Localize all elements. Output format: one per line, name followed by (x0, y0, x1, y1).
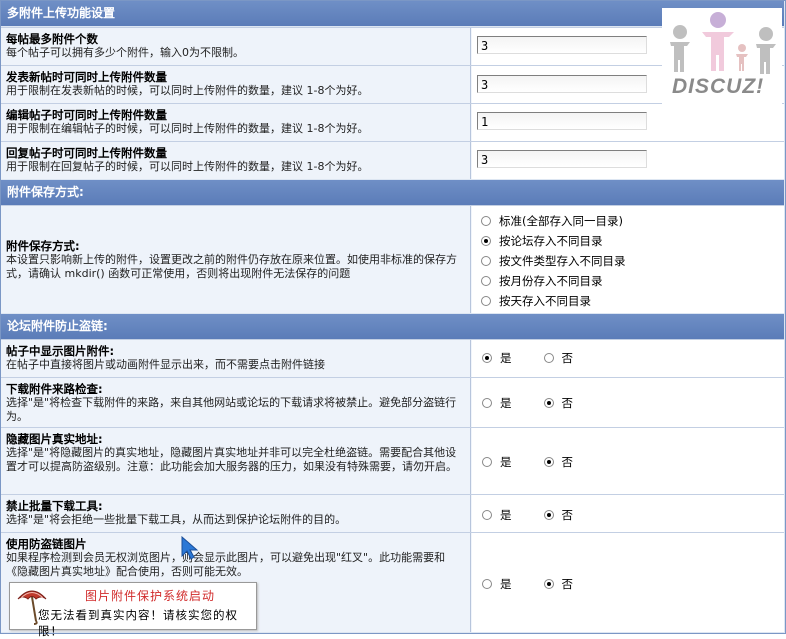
save-option-by-month[interactable]: 按月份存入不同目录 (481, 273, 603, 288)
setting-desc: 选择"是"将检查下载附件的来路，来自其他网站或论坛的下载请求将被禁止。避免部分盗… (6, 396, 457, 423)
no-radio[interactable] (543, 457, 554, 467)
save-option-by-type[interactable]: 按文件类型存入不同目录 (481, 253, 626, 268)
yes-radio[interactable] (482, 579, 492, 589)
radio-button-selected[interactable] (481, 235, 491, 246)
mouse-cursor-icon (181, 536, 199, 560)
yes-no-group: 是否 (482, 576, 573, 592)
new-thread-uploads-input[interactable]: 3 (477, 75, 647, 93)
no-label: 否 (561, 396, 574, 410)
yes-radio[interactable] (482, 353, 492, 363)
yes-radio[interactable] (482, 398, 492, 408)
reply-uploads-input[interactable]: 3 (477, 150, 647, 168)
setting-desc: 在帖子中直接将图片或动画附件显示出来，而不需要点击附件链接 (6, 358, 325, 371)
no-radio[interactable] (543, 398, 554, 408)
setting-title: 禁止批量下载工具: (6, 499, 103, 513)
save-option-standard[interactable]: 标准(全部存入同一目录) (481, 213, 623, 228)
setting-title: 隐藏图片真实地址: (6, 432, 103, 446)
section-header-antileech: 论坛附件防止盗链: (1, 314, 784, 339)
setting-label: 发表新帖时可同时上传附件数量 用于限制在发表新帖的时候，可以同时上传附件的数量，… (1, 66, 471, 103)
setting-row-hide-image-url: 隐藏图片真实地址: 选择"是"将隐藏图片的真实地址，隐藏图片真实地址并非可以完全… (1, 427, 784, 494)
yes-radio[interactable] (482, 457, 492, 467)
setting-label: 禁止批量下载工具: 选择"是"将会拒绝一些批量下载工具，从而达到保护论坛附件的目… (1, 495, 471, 532)
edit-uploads-input[interactable]: 1 (477, 112, 647, 130)
setting-title: 回复帖子时可同时上传附件数量 (6, 146, 167, 160)
no-label: 否 (561, 351, 574, 365)
save-option-by-forum[interactable]: 按论坛存入不同目录 (481, 233, 603, 248)
setting-label: 回复帖子时可同时上传附件数量 用于限制在回复帖子的时候，可以同时上传附件的数量，… (1, 142, 471, 179)
setting-label: 每帖最多附件个数 每个帖子可以拥有多少个附件，输入0为不限制。 (1, 28, 471, 65)
yes-no-group: 是否 (482, 395, 573, 411)
setting-row-block-download-tools: 禁止批量下载工具: 选择"是"将会拒绝一些批量下载工具，从而达到保护论坛附件的目… (1, 494, 784, 532)
yes-radio[interactable] (482, 510, 492, 520)
setting-title: 使用防盗链图片 (6, 537, 87, 551)
setting-title: 发表新帖时可同时上传附件数量 (6, 70, 167, 84)
no-radio[interactable] (543, 353, 554, 363)
no-radio[interactable] (543, 510, 554, 520)
setting-title: 帖子中显示图片附件: (6, 344, 115, 358)
no-radio[interactable] (543, 579, 554, 589)
max-attachments-input[interactable]: 3 (477, 36, 647, 54)
setting-title: 每帖最多附件个数 (6, 32, 98, 46)
setting-row-referer-check: 下载附件来路检查: 选择"是"将检查下载附件的来路，来自其他网站或论坛的下载请求… (1, 377, 784, 427)
image-protection-popup: 图片附件保护系统启动 您无法看到真实内容！请核实您的权限！ (9, 582, 257, 638)
setting-desc: 每个帖子可以拥有多少个附件，输入0为不限制。 (6, 46, 244, 59)
setting-desc: 用于限制在发表新帖的时候，可以同时上传附件的数量，建议 1-8个为好。 (6, 84, 369, 97)
discuz-logo-text: DISCUZ! (672, 75, 765, 98)
no-label: 否 (561, 508, 574, 522)
radio-button[interactable] (481, 215, 491, 226)
setting-title: 编辑帖子时可同时上传附件数量 (6, 108, 167, 122)
yes-label: 是 (500, 396, 512, 410)
setting-desc: 用于限制在回复帖子的时候，可以同时上传附件的数量，建议 1-8个为好。 (6, 160, 369, 173)
save-option-label: 按文件类型存入不同目录 (499, 253, 626, 268)
setting-row-edit-uploads: 编辑帖子时可同时上传附件数量 用于限制在编辑帖子的时候，可以同时上传附件的数量，… (1, 103, 784, 141)
save-option-label: 按论坛存入不同目录 (499, 233, 603, 248)
setting-label: 附件保存方式: 本设置只影响新上传的附件，设置更改之前的附件仍存放在原来位置。如… (1, 206, 471, 313)
setting-title: 附件保存方式: (6, 238, 80, 253)
save-option-by-day[interactable]: 按天存入不同目录 (481, 293, 591, 308)
yes-label: 是 (500, 455, 512, 469)
radio-button[interactable] (481, 295, 491, 306)
setting-row-reply-uploads: 回复帖子时可同时上传附件数量 用于限制在回复帖子的时候，可以同时上传附件的数量，… (1, 141, 784, 179)
popup-title: 图片附件保护系统启动 (85, 589, 216, 603)
setting-desc: 选择"是"将隐藏图片的真实地址，隐藏图片真实地址并非可以完全杜绝盗链。需要配合其… (6, 446, 457, 473)
yes-no-group: 是否 (482, 507, 573, 523)
save-option-label: 按天存入不同目录 (499, 293, 591, 308)
section-header-save-method: 附件保存方式: (1, 180, 784, 205)
setting-title: 下载附件来路检查: (6, 382, 103, 396)
setting-desc: 如果程序检测到会员无权浏览图片，则会显示此图片，可以避免出现"红叉"。此功能需要… (6, 551, 446, 578)
setting-row-save-method: 附件保存方式: 本设置只影响新上传的附件，设置更改之前的附件仍存放在原来位置。如… (1, 205, 784, 313)
setting-label: 编辑帖子时可同时上传附件数量 用于限制在编辑帖子的时候，可以同时上传附件的数量，… (1, 104, 471, 141)
no-label: 否 (561, 577, 574, 591)
yes-no-group: 是否 (482, 350, 573, 366)
setting-label: 帖子中显示图片附件: 在帖子中直接将图片或动画附件显示出来，而不需要点击附件链接 (1, 340, 471, 377)
setting-row-show-images: 帖子中显示图片附件: 在帖子中直接将图片或动画附件显示出来，而不需要点击附件链接… (1, 339, 784, 377)
setting-label: 下载附件来路检查: 选择"是"将检查下载附件的来路，来自其他网站或论坛的下载请求… (1, 378, 471, 427)
setting-label: 隐藏图片真实地址: 选择"是"将隐藏图片的真实地址，隐藏图片真实地址并非可以完全… (1, 428, 471, 494)
setting-desc: 用于限制在编辑帖子的时候，可以同时上传附件的数量，建议 1-8个为好。 (6, 122, 369, 135)
yes-label: 是 (500, 508, 512, 522)
radio-button[interactable] (481, 275, 491, 286)
setting-desc: 选择"是"将会拒绝一些批量下载工具，从而达到保护论坛附件的目的。 (6, 513, 347, 526)
yes-label: 是 (500, 577, 512, 591)
yes-no-group: 是否 (482, 454, 573, 470)
save-option-label: 标准(全部存入同一目录) (499, 213, 623, 228)
popup-message: 您无法看到真实内容！请核实您的权限！ (38, 608, 238, 638)
no-label: 否 (561, 455, 574, 469)
save-option-label: 按月份存入不同目录 (499, 273, 603, 288)
setting-desc: 本设置只影响新上传的附件，设置更改之前的附件仍存放在原来位置。如使用非标准的保存… (6, 252, 457, 280)
yes-label: 是 (500, 351, 512, 365)
radio-button[interactable] (481, 255, 491, 266)
